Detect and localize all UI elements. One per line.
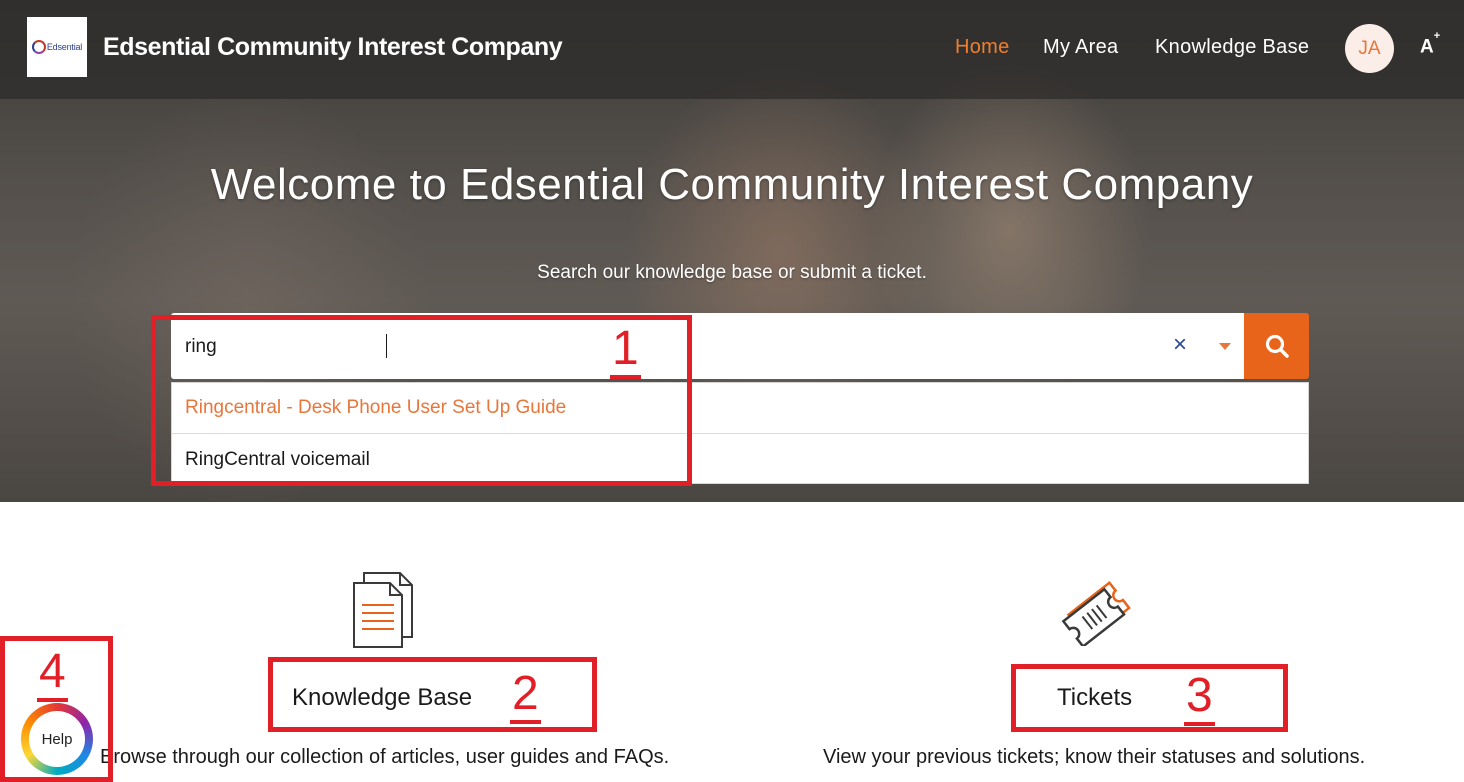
annotation-box-2 — [268, 657, 597, 732]
accessibility-plus: + — [1433, 30, 1441, 42]
documents-icon[interactable] — [350, 571, 414, 649]
brand-name[interactable]: Edsential Community Interest Company — [103, 33, 563, 62]
close-icon[interactable]: × — [1173, 331, 1187, 359]
caret-down-icon[interactable] — [1219, 343, 1231, 350]
search-icon — [1265, 334, 1289, 358]
top-navigation-bar: Edsential Edsential Community Interest C… — [0, 0, 1464, 99]
annotation-number-1: 1 — [610, 322, 641, 379]
help-widget-button[interactable]: Help — [21, 703, 93, 775]
annotation-box-3 — [1011, 664, 1288, 732]
logo-ring-icon — [31, 40, 46, 54]
annotation-box-1 — [151, 315, 692, 486]
annotation-number-3: 3 — [1184, 669, 1215, 726]
user-avatar[interactable]: JA — [1345, 24, 1394, 73]
annotation-number-2: 2 — [510, 667, 541, 724]
knowledge-base-card-description: Browse through our collection of article… — [100, 746, 670, 768]
logo-text: Edsential — [46, 42, 83, 52]
search-button[interactable] — [1244, 313, 1309, 379]
nav-my-area[interactable]: My Area — [1043, 36, 1118, 59]
page-subtitle: Search our knowledge base or submit a ti… — [537, 262, 927, 283]
nav-knowledge-base[interactable]: Knowledge Base — [1155, 36, 1309, 59]
company-logo[interactable]: Edsential — [27, 17, 87, 77]
accessibility-text-size-button[interactable]: A+ — [1420, 30, 1440, 58]
accessibility-label: A — [1420, 36, 1434, 58]
nav-home[interactable]: Home — [955, 36, 1010, 59]
help-label: Help — [29, 711, 85, 767]
page-title: Welcome to Edsential Community Interest … — [210, 160, 1254, 209]
tickets-card-description: View your previous tickets; know their s… — [823, 746, 1366, 768]
annotation-number-4: 4 — [37, 645, 68, 702]
ticket-icon[interactable] — [1055, 580, 1135, 646]
